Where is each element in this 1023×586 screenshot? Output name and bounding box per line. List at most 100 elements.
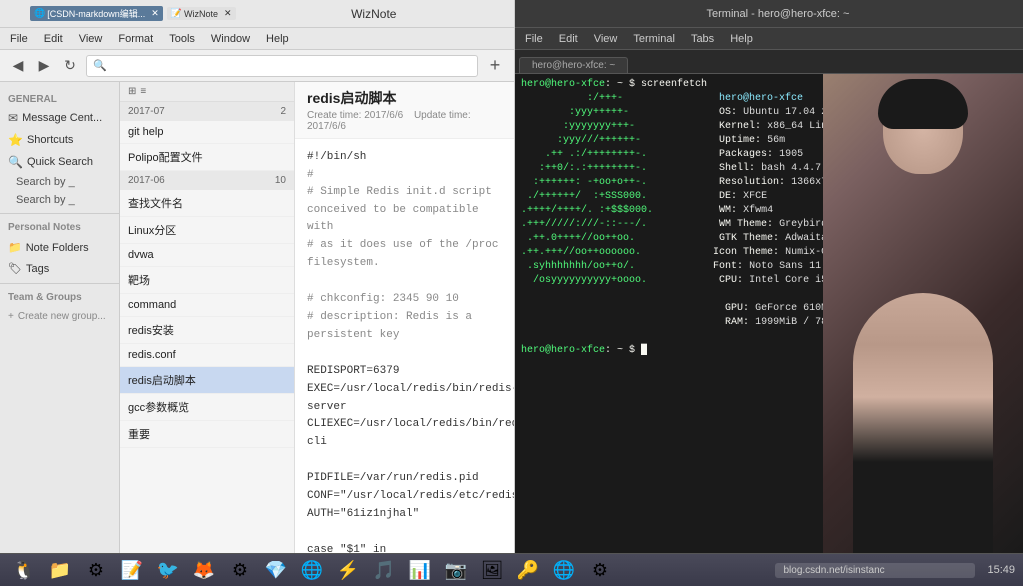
general-section-header: General xyxy=(0,90,119,107)
note-group-2017-06: 2017-06 10 xyxy=(120,171,294,190)
sidebar-item-search-by-1[interactable]: Search by _ xyxy=(0,173,119,191)
taskbar-app-browser2[interactable]: 🌐 xyxy=(548,554,580,586)
code-line-5: # chkconfig: 2345 90 10 xyxy=(307,291,502,309)
add-note-button[interactable]: + xyxy=(484,55,506,77)
sidebar-item-note-folders[interactable]: 📁 Note Folders xyxy=(0,237,119,258)
taskbar-app-editor[interactable]: 📝 xyxy=(116,554,148,586)
menu-help[interactable]: Help xyxy=(260,33,295,45)
person-silhouette xyxy=(853,293,993,553)
taskbar-app-settings[interactable]: ⚙ xyxy=(80,554,112,586)
sidebar-item-tags[interactable]: 🏷 Tags xyxy=(0,258,119,279)
terminal-menu-help[interactable]: Help xyxy=(724,33,759,45)
menu-window[interactable]: Window xyxy=(205,33,256,45)
terminal-menu-edit[interactable]: Edit xyxy=(553,33,584,45)
taskbar-url-bar[interactable]: blog.csdn.net/isinstanc xyxy=(775,563,975,578)
sidebar-item-search-by-2[interactable]: Search by _ xyxy=(0,191,119,209)
note-item-redis-install[interactable]: redis安装 xyxy=(120,317,294,344)
tab-csdn[interactable]: 🌐 [CSDN-markdown编辑... ✕ xyxy=(30,6,163,21)
tags-icon: 🏷 xyxy=(8,262,22,275)
note-item-polipo[interactable]: Polipo配置文件 xyxy=(120,144,294,171)
terminal-menu-view[interactable]: View xyxy=(588,33,624,45)
terminal-menu-tabs[interactable]: Tabs xyxy=(685,33,720,45)
code-line-9: CLIEXEC=/usr/local/redis/bin/redis-cli xyxy=(307,416,502,451)
menu-edit[interactable]: Edit xyxy=(38,33,69,45)
code-line-12: AUTH="61iz1njhal" xyxy=(307,506,502,524)
note-item-find-file[interactable]: 查找文件名 xyxy=(120,190,294,217)
taskbar-app-key[interactable]: 🔑 xyxy=(512,554,544,586)
terminal-output[interactable]: hero@hero-xfce: ~ $ screenfetch :/+++- h… xyxy=(515,74,823,553)
terminal-background-image xyxy=(823,74,1023,553)
search-icon: 🔍 xyxy=(93,59,107,72)
taskbar-app-chrome[interactable]: 🌐 xyxy=(296,554,328,586)
taskbar-app-twitter[interactable]: 🐦 xyxy=(152,554,184,586)
note-item-target[interactable]: 靶场 xyxy=(120,267,294,294)
menu-file[interactable]: File xyxy=(4,33,34,45)
note-item-redis-startup[interactable]: redis启动脚本 xyxy=(120,367,294,394)
sidebar-divider-2 xyxy=(0,283,119,284)
taskbar-app-crystal[interactable]: 💎 xyxy=(260,554,292,586)
note-meta: Create time: 2017/6/6 Update time: 2017/… xyxy=(307,110,502,132)
wiznote-app: 🌐 [CSDN-markdown编辑... ✕ 📝 WizNote ✕ WizN… xyxy=(0,0,515,553)
code-line-1: #!/bin/sh xyxy=(307,149,502,167)
code-line-11: CONF="/usr/local/redis/etc/redis.conf" xyxy=(307,488,502,506)
grid-view-icon[interactable]: ⊞ xyxy=(128,86,136,97)
note-item-command[interactable]: command xyxy=(120,294,294,317)
sidebar-item-quick-search[interactable]: 🔍 Quick Search xyxy=(0,151,119,173)
note-title: redis启动脚本 xyxy=(307,88,502,108)
note-list: ⊞ ≡ 2017-07 2 git help Polipo配置文件 2017-0 xyxy=(120,82,295,553)
taskbar-app-gear[interactable]: ⚙ xyxy=(224,554,256,586)
nav-refresh-button[interactable]: ↻ xyxy=(60,56,80,76)
taskbar-app-camera[interactable]: 📷 xyxy=(440,554,472,586)
taskbar-app-config[interactable]: ⚙ xyxy=(584,554,616,586)
note-list-header: ⊞ ≡ xyxy=(120,82,294,102)
taskbar-app-linux[interactable]: 🐧 xyxy=(8,554,40,586)
sidebar-divider-1 xyxy=(0,213,119,214)
wiznote-toolbar: ◀ ▶ ↻ 🔍 + xyxy=(0,50,514,82)
tab-close-wiznote[interactable]: ✕ xyxy=(224,8,232,19)
menu-view[interactable]: View xyxy=(73,33,109,45)
folder-icon: 📁 xyxy=(8,241,22,254)
nav-forward-button[interactable]: ▶ xyxy=(34,56,54,76)
note-item-redis-conf[interactable]: redis.conf xyxy=(120,344,294,367)
sidebar-item-create-group[interactable]: + Create new group... xyxy=(0,307,119,326)
search-input[interactable]: 🔍 xyxy=(86,55,478,77)
taskbar-app-music[interactable]: 🎵 xyxy=(368,554,400,586)
tab-close-csdn[interactable]: ✕ xyxy=(151,8,159,19)
team-groups-header: Team & Groups xyxy=(0,288,119,307)
sidebar-item-message-center[interactable]: ✉ Message Cent... xyxy=(0,107,119,129)
sidebar-item-shortcuts[interactable]: ⭐ Shortcuts xyxy=(0,129,119,151)
add-icon: + xyxy=(8,311,14,322)
menu-tools[interactable]: Tools xyxy=(163,33,201,45)
code-line-3: # Simple Redis init.d script conceived t… xyxy=(307,184,502,237)
note-item-linux-partition[interactable]: Linux分区 xyxy=(120,217,294,244)
wiznote-titlebar: 🌐 [CSDN-markdown编辑... ✕ 📝 WizNote ✕ WizN… xyxy=(0,0,514,28)
menu-format[interactable]: Format xyxy=(112,33,159,45)
personal-notes-header: Personal Notes xyxy=(0,218,119,237)
note-body: #!/bin/sh # # Simple Redis init.d script… xyxy=(295,139,514,553)
taskbar-time: 15:49 xyxy=(987,564,1015,576)
list-view-icon[interactable]: ≡ xyxy=(140,86,146,97)
code-line-10: PIDFILE=/var/run/redis.pid xyxy=(307,470,502,488)
note-item-dvwa[interactable]: dvwa xyxy=(120,244,294,267)
terminal-menu-terminal[interactable]: Terminal xyxy=(627,33,681,45)
wiznote-menubar: File Edit View Format Tools Window Help xyxy=(0,28,514,50)
terminal-tab-bar: hero@hero-xfce: ~ xyxy=(515,50,1023,74)
taskbar-app-gallery[interactable]: 🖼 xyxy=(476,554,508,586)
tab-wiznote[interactable]: 📝 WizNote ✕ xyxy=(167,7,236,20)
terminal-menu-file[interactable]: File xyxy=(519,33,549,45)
note-item-git-help[interactable]: git help xyxy=(120,121,294,144)
terminal-titlebar: Terminal - hero@hero-xfce: ~ xyxy=(515,0,1023,28)
code-line-4: # as it does use of the /proc filesystem… xyxy=(307,237,502,272)
app-title: WizNote xyxy=(242,7,506,21)
taskbar-app-files[interactable]: 📁 xyxy=(44,554,76,586)
note-item-gcc[interactable]: gcc参数概览 xyxy=(120,394,294,421)
terminal-content: hero@hero-xfce: ~ $ screenfetch :/+++- h… xyxy=(515,74,1023,553)
note-editor[interactable]: redis启动脚本 Create time: 2017/6/6 Update t… xyxy=(295,82,514,553)
nav-back-button[interactable]: ◀ xyxy=(8,56,28,76)
terminal-tab-1[interactable]: hero@hero-xfce: ~ xyxy=(519,57,628,73)
taskbar-app-lightning[interactable]: ⚡ xyxy=(332,554,364,586)
note-item-important[interactable]: 重要 xyxy=(120,421,294,448)
taskbar-app-stats[interactable]: 📊 xyxy=(404,554,436,586)
taskbar-app-firefox[interactable]: 🦊 xyxy=(188,554,220,586)
terminal-menubar: File Edit View Terminal Tabs Help xyxy=(515,28,1023,50)
